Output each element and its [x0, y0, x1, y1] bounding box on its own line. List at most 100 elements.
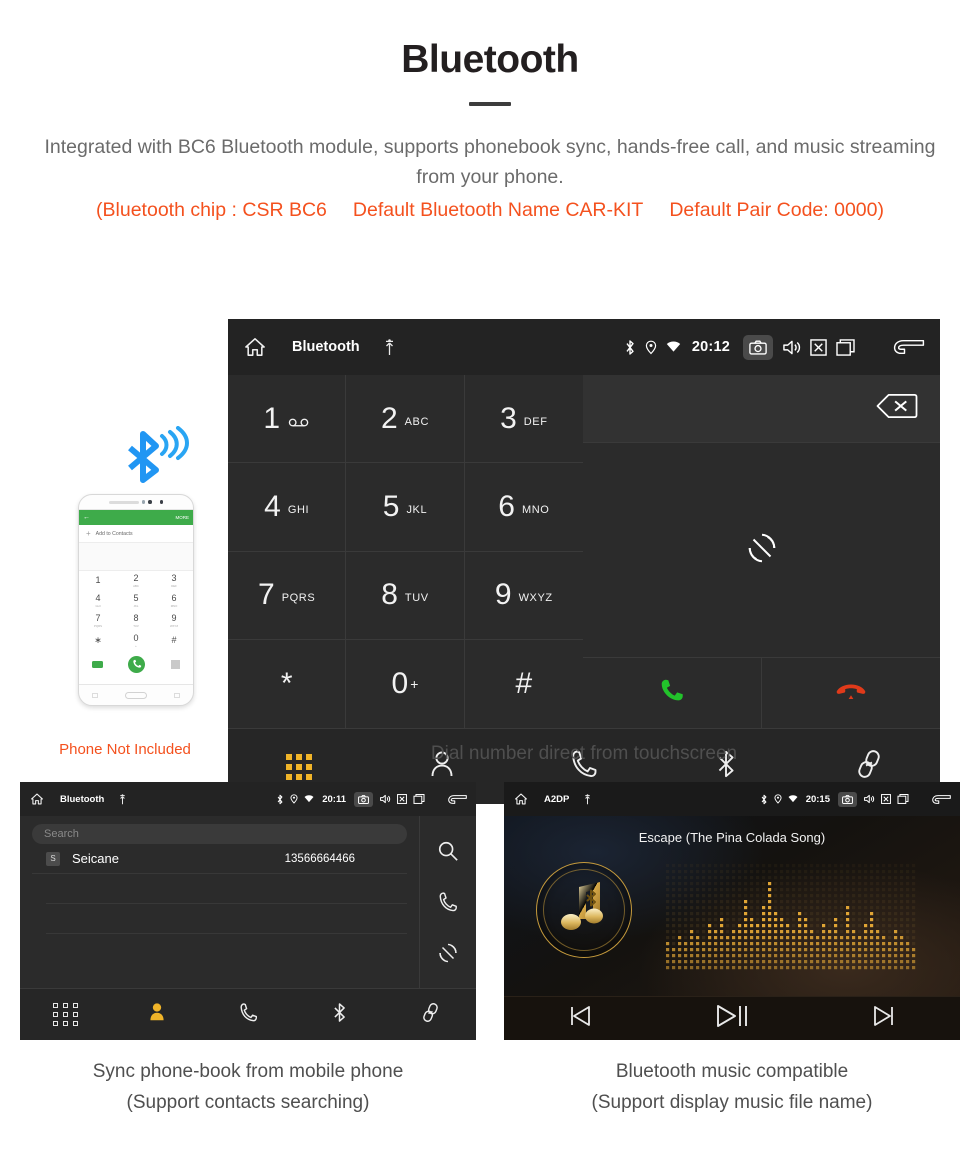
camera-icon[interactable] — [838, 791, 857, 807]
bluetooth-icon — [624, 339, 636, 356]
phone-more-button: MORE — [175, 515, 190, 520]
wifi-icon — [788, 795, 798, 803]
phone-earpiece — [79, 495, 193, 509]
key-5[interactable]: 5 JKL — [346, 463, 465, 552]
key-sublabel: GHI — [287, 503, 310, 516]
volume-icon[interactable] — [863, 794, 875, 804]
music-title: A2DP — [544, 793, 570, 805]
hangup-button[interactable] — [762, 658, 940, 728]
phone-device: ← MORE + Add to Contacts 1 2 ABC 3 DEF 4 GH… — [78, 494, 194, 706]
recents-icon[interactable] — [897, 794, 909, 804]
contacts-bottom-nav — [20, 988, 476, 1040]
key-label: 1 — [263, 401, 280, 435]
contacts-title: Bluetooth — [60, 793, 105, 805]
key-9[interactable]: 9 WXYZ — [464, 551, 583, 640]
key-sublabel: DEF — [523, 415, 548, 428]
back-icon[interactable] — [931, 794, 952, 805]
table-row-empty — [46, 904, 407, 934]
spec-line: (Bluetooth chip : CSR BC6 Default Bluetoo… — [0, 199, 980, 222]
play-pause-button[interactable] — [656, 1003, 808, 1034]
wifi-icon — [666, 341, 681, 353]
phone-icon[interactable] — [438, 891, 458, 913]
music-clock: 20:15 — [805, 793, 830, 805]
play-pause-icon — [714, 1003, 750, 1034]
phone-key: 4 GHI — [95, 593, 101, 609]
key-sublabel: TUV — [404, 592, 429, 605]
next-button[interactable] — [808, 1004, 960, 1033]
phone-vcard-icon — [91, 660, 103, 668]
call-icon — [658, 677, 686, 710]
key-4[interactable]: 4 GHI — [228, 463, 347, 552]
close-box-icon[interactable] — [810, 338, 827, 356]
phone-back-icon: ← — [83, 514, 90, 521]
key-0[interactable]: 0 + — [346, 639, 465, 728]
recents-icon[interactable] — [836, 338, 855, 356]
volume-icon[interactable] — [782, 339, 801, 356]
phone-key: # — [171, 635, 177, 645]
key-6[interactable]: 6 MNO — [464, 463, 583, 552]
phone-key: 8 TUV — [133, 613, 139, 629]
contacts-caption-line1: Sync phone-book from mobile phone — [92, 1061, 404, 1082]
usb-icon — [384, 338, 395, 356]
phone-appbar: ← MORE — [79, 510, 193, 525]
search-input[interactable]: Search — [32, 824, 407, 844]
key-label: 3 — [500, 401, 517, 435]
camera-icon[interactable] — [743, 334, 773, 360]
key-1[interactable]: 1 — [228, 375, 347, 464]
phone-key: 2 ABC — [133, 573, 139, 589]
bluetooth-icon — [276, 794, 284, 805]
backspace-icon[interactable] — [876, 393, 918, 424]
nav-contacts[interactable] — [111, 1002, 202, 1027]
previous-button[interactable] — [504, 1004, 656, 1033]
recents-icon[interactable] — [413, 794, 425, 804]
camera-icon[interactable] — [354, 791, 373, 807]
location-icon — [774, 794, 782, 804]
key-2[interactable]: 2 ABC — [346, 375, 465, 464]
home-icon[interactable] — [244, 337, 266, 357]
key-star[interactable]: * — [228, 639, 347, 728]
contacts-clock: 20:11 — [322, 793, 346, 805]
contacts-caption: Sync phone-book from mobile phone (Suppo… — [20, 1056, 476, 1118]
key-3[interactable]: 3 DEF — [464, 375, 583, 464]
key-hash[interactable]: # — [464, 639, 583, 728]
number-input[interactable] — [583, 375, 940, 443]
phone-number-area — [79, 543, 193, 571]
key-7[interactable]: 7 PQRS — [228, 551, 347, 640]
music-caption-line2: (Support display music file name) — [591, 1092, 873, 1113]
table-row[interactable]: S Seicane 13566664466 — [32, 844, 407, 874]
home-icon[interactable] — [514, 793, 528, 805]
sync-icon[interactable] — [437, 942, 459, 964]
close-box-icon[interactable] — [397, 794, 407, 804]
key-label: 0 — [391, 666, 409, 700]
key-sublabel: MNO — [521, 503, 550, 516]
search-icon[interactable] — [437, 840, 459, 862]
intro-text: Integrated with BC6 Bluetooth module, su… — [44, 136, 936, 188]
dialer-title: Bluetooth — [292, 339, 360, 355]
dialer-caption: Dial number direct from touchscreen — [430, 743, 738, 764]
volume-icon[interactable] — [379, 794, 391, 804]
back-icon[interactable] — [447, 794, 468, 805]
nav-bluetooth[interactable] — [294, 1002, 385, 1028]
nav-keypad[interactable] — [20, 1003, 111, 1026]
key-8[interactable]: 8 TUV — [346, 551, 465, 640]
music-caption-line1: Bluetooth music compatible — [615, 1061, 849, 1082]
link-icon — [421, 1002, 440, 1028]
close-box-icon[interactable] — [881, 794, 891, 804]
key-label: 8 — [381, 578, 398, 612]
nav-pair[interactable] — [385, 1002, 476, 1028]
bluetooth-music-note-icon — [536, 862, 632, 958]
wifi-icon — [304, 795, 314, 803]
phone-not-included-label: Phone Not Included — [59, 741, 191, 758]
dialpad: 1 2 ABC 3 DEF 4 GHI 5 JKL 6 MNO 7 PQRS 8 TUV 9W… — [228, 375, 583, 728]
plus-icon: + — [86, 528, 91, 538]
home-icon[interactable] — [30, 793, 44, 805]
location-icon — [290, 794, 298, 804]
key-label: # — [515, 666, 533, 700]
call-button[interactable] — [583, 658, 762, 728]
back-icon[interactable] — [892, 338, 926, 356]
key-label: 6 — [498, 489, 515, 523]
sync-contacts-button[interactable] — [583, 443, 940, 658]
key-label: 4 — [264, 489, 281, 523]
phone-call-button — [128, 655, 146, 673]
nav-call-history[interactable] — [202, 1002, 293, 1028]
